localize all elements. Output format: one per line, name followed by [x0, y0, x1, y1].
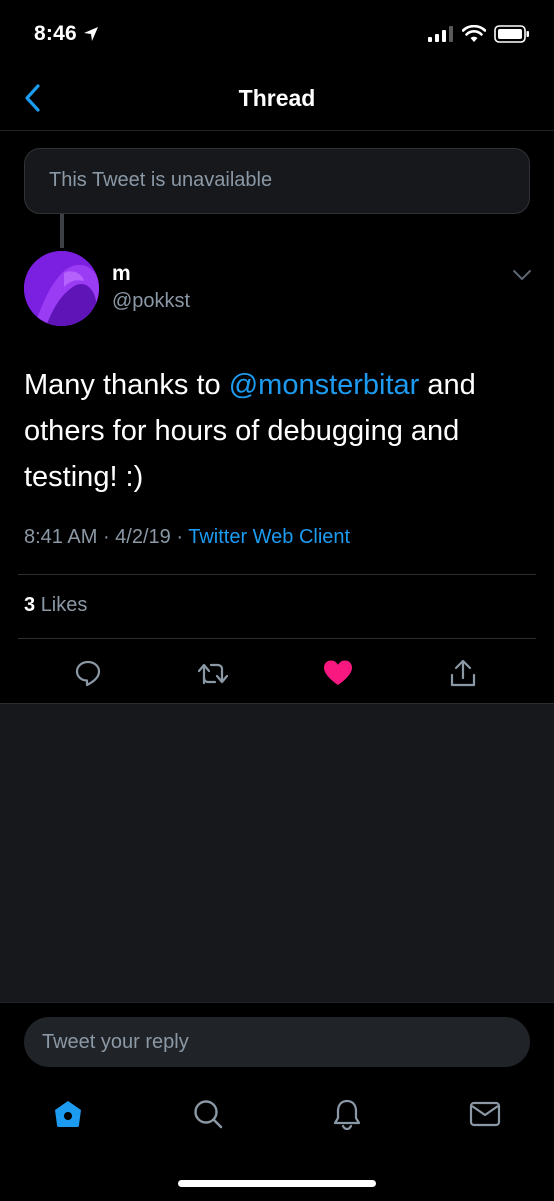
meta-separator: ·: [170, 526, 189, 548]
like-button[interactable]: [316, 652, 360, 694]
status-icons: [428, 25, 530, 43]
status-time-text: 8:46: [34, 22, 77, 45]
search-icon: [194, 1100, 223, 1129]
tab-notifications[interactable]: [325, 1092, 369, 1136]
share-icon: [450, 659, 476, 687]
status-time: 8:46: [34, 22, 99, 46]
tweet-menu-button[interactable]: [512, 268, 532, 286]
tweet-text: Many thanks to @monsterbitar and others …: [24, 362, 524, 500]
reply-input[interactable]: [24, 1017, 530, 1067]
reply-icon: [75, 660, 101, 687]
cellular-signal-icon: [428, 26, 453, 42]
tweet-meta: 8:41 AM · 4/2/19 · Twitter Web Client: [24, 526, 350, 549]
mention-link[interactable]: @monsterbitar: [229, 369, 420, 401]
unavailable-tweet-text: This Tweet is unavailable: [49, 169, 273, 191]
tab-search[interactable]: [186, 1092, 230, 1136]
meta-separator: ·: [97, 526, 116, 548]
tweet-time: 8:41 AM: [24, 526, 98, 548]
display-name[interactable]: m: [112, 262, 131, 286]
status-bar: 8:46: [0, 0, 554, 68]
notifications-icon: [333, 1099, 361, 1130]
divider: [18, 638, 536, 639]
reply-button[interactable]: [66, 652, 110, 694]
likes-number: 3: [24, 594, 36, 616]
avatar-image: [24, 251, 99, 326]
messages-icon: [469, 1101, 501, 1127]
tab-home[interactable]: [46, 1092, 90, 1136]
share-button[interactable]: [441, 652, 485, 694]
likes-label: Likes: [40, 594, 88, 616]
nav-bar: Thread: [0, 68, 554, 131]
tweet-source-link[interactable]: Twitter Web Client: [188, 526, 350, 548]
tweet-action-bar: [0, 652, 554, 694]
likes-count[interactable]: 3 Likes: [24, 594, 87, 617]
home-icon: [55, 1101, 81, 1127]
unavailable-tweet-card[interactable]: This Tweet is unavailable: [24, 148, 530, 214]
heart-icon: [324, 660, 352, 685]
page-title: Thread: [238, 85, 316, 111]
location-arrow-icon: [83, 27, 98, 41]
tab-messages[interactable]: [463, 1092, 507, 1136]
home-indicator: [178, 1180, 376, 1187]
retweet-button[interactable]: [191, 652, 235, 694]
tweet-date: 4/2/19: [115, 526, 171, 548]
chevron-down-icon: [513, 270, 531, 280]
battery-icon: [494, 25, 529, 43]
user-handle[interactable]: @pokkst: [112, 290, 190, 313]
tweet-text-before: Many thanks to: [24, 369, 229, 401]
wifi-icon: [462, 25, 486, 42]
retweet-icon: [197, 663, 229, 685]
thread-connector-line: [60, 214, 64, 248]
divider: [18, 574, 536, 575]
avatar[interactable]: [24, 251, 99, 326]
replies-area: [0, 704, 554, 1002]
